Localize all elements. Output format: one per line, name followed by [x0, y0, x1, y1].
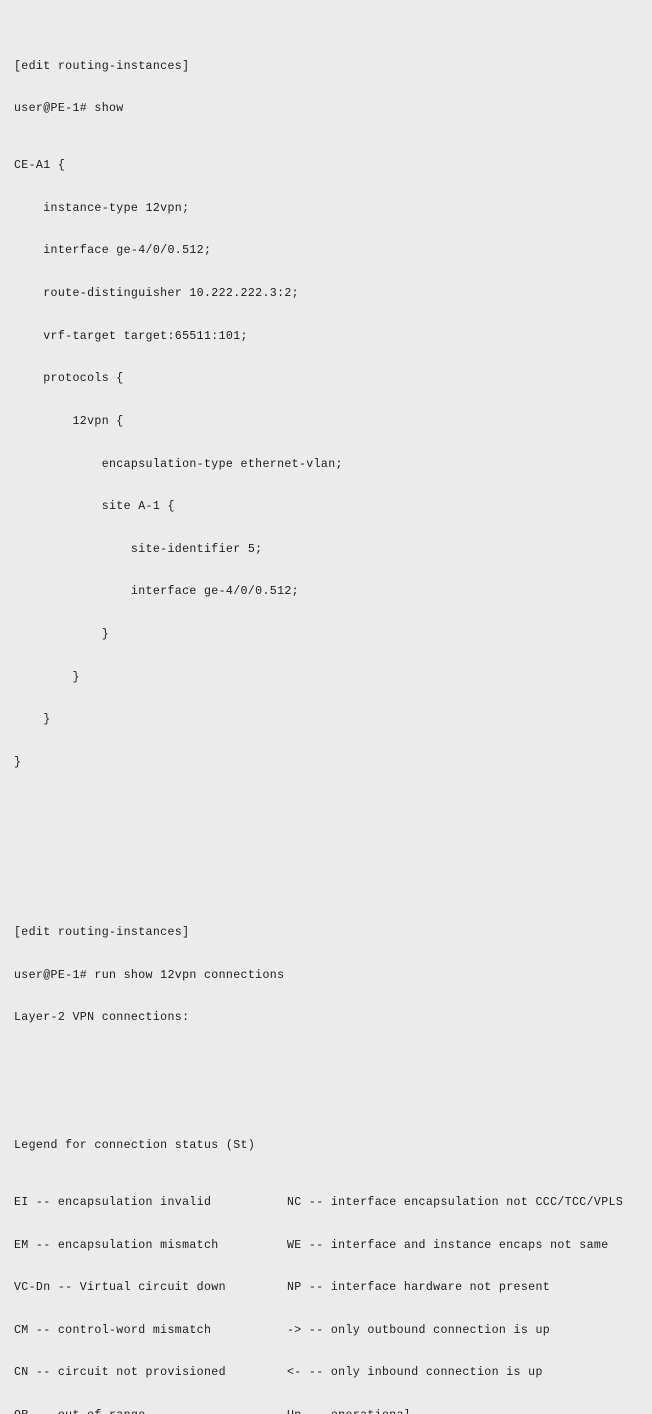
- legend-code-right: <- -- only inbound connection is up: [287, 1366, 543, 1380]
- legend-row: CM -- control-word mismatch -> -- only ou…: [14, 1324, 652, 1338]
- legend-code-left: CM -- control-word mismatch: [14, 1323, 212, 1337]
- prompt-command-run-show: user@PE-1# run show 12vpn connections: [14, 968, 285, 982]
- config-line: }: [14, 755, 22, 769]
- legend-code-left: VC-Dn -- Virtual circuit down: [14, 1281, 226, 1295]
- config-line: site-identifier 5;: [14, 542, 263, 556]
- output-header: Layer-2 VPN connections:: [14, 1011, 190, 1025]
- legend-code-right: NC -- interface encapsulation not CCC/TC…: [287, 1196, 624, 1210]
- legend-code-right: NP -- interface hardware not present: [287, 1281, 551, 1295]
- legend-row: OR -- out of rangeUp -- operational: [14, 1409, 652, 1414]
- config-line: CE-A1 {: [14, 159, 66, 173]
- prompt-command-show: user@PE-1# show: [14, 102, 124, 116]
- config-line: site A-1 {: [14, 500, 175, 514]
- terminal-window: [edit routing-instances] user@PE-1# show…: [0, 0, 652, 1414]
- legend-code-left: EI -- encapsulation invalid: [14, 1196, 212, 1210]
- legend-row: EM -- encapsulation mismatch WE -- interf…: [14, 1239, 652, 1253]
- config-line: 12vpn {: [14, 414, 124, 428]
- prompt-context-2: [edit routing-instances]: [14, 926, 190, 940]
- config-line: instance-type 12vpn;: [14, 201, 190, 215]
- connection-legend-title: Legend for connection status (St): [14, 1139, 256, 1153]
- config-line: interface ge-4/0/0.512;: [14, 244, 212, 258]
- legend-row: CN -- circuit not provisioned <- -- only …: [14, 1366, 652, 1380]
- config-line: encapsulation-type ethernet-vlan;: [14, 457, 343, 471]
- legend-code-left: EM -- encapsulation mismatch: [14, 1238, 219, 1252]
- legend-row: EI -- encapsulation invalid NC -- interfa…: [14, 1196, 652, 1210]
- config-line: }: [14, 670, 80, 684]
- legend-code-left: OR -- out of range: [14, 1409, 287, 1414]
- legend-code-left: CN -- circuit not provisioned: [14, 1366, 226, 1380]
- config-line: vrf-target target:65511:101;: [14, 329, 248, 343]
- legend-row: VC-Dn -- Virtual circuit down NP -- inter…: [14, 1281, 652, 1295]
- legend-code-right: -> -- only outbound connection is up: [287, 1323, 551, 1337]
- legend-code-right: Up -- operational: [287, 1409, 411, 1414]
- legend-code-right: WE -- interface and instance encaps not …: [287, 1238, 609, 1252]
- config-line: }: [14, 713, 51, 727]
- terminal-screen: [edit routing-instances] user@PE-1# show…: [14, 3, 652, 1414]
- config-line: route-distinguisher 10.222.222.3:2;: [14, 287, 299, 301]
- prompt-context-1: [edit routing-instances]: [14, 59, 190, 73]
- config-line: }: [14, 627, 109, 641]
- config-line: interface ge-4/0/0.512;: [14, 585, 299, 599]
- config-line: protocols {: [14, 372, 124, 386]
